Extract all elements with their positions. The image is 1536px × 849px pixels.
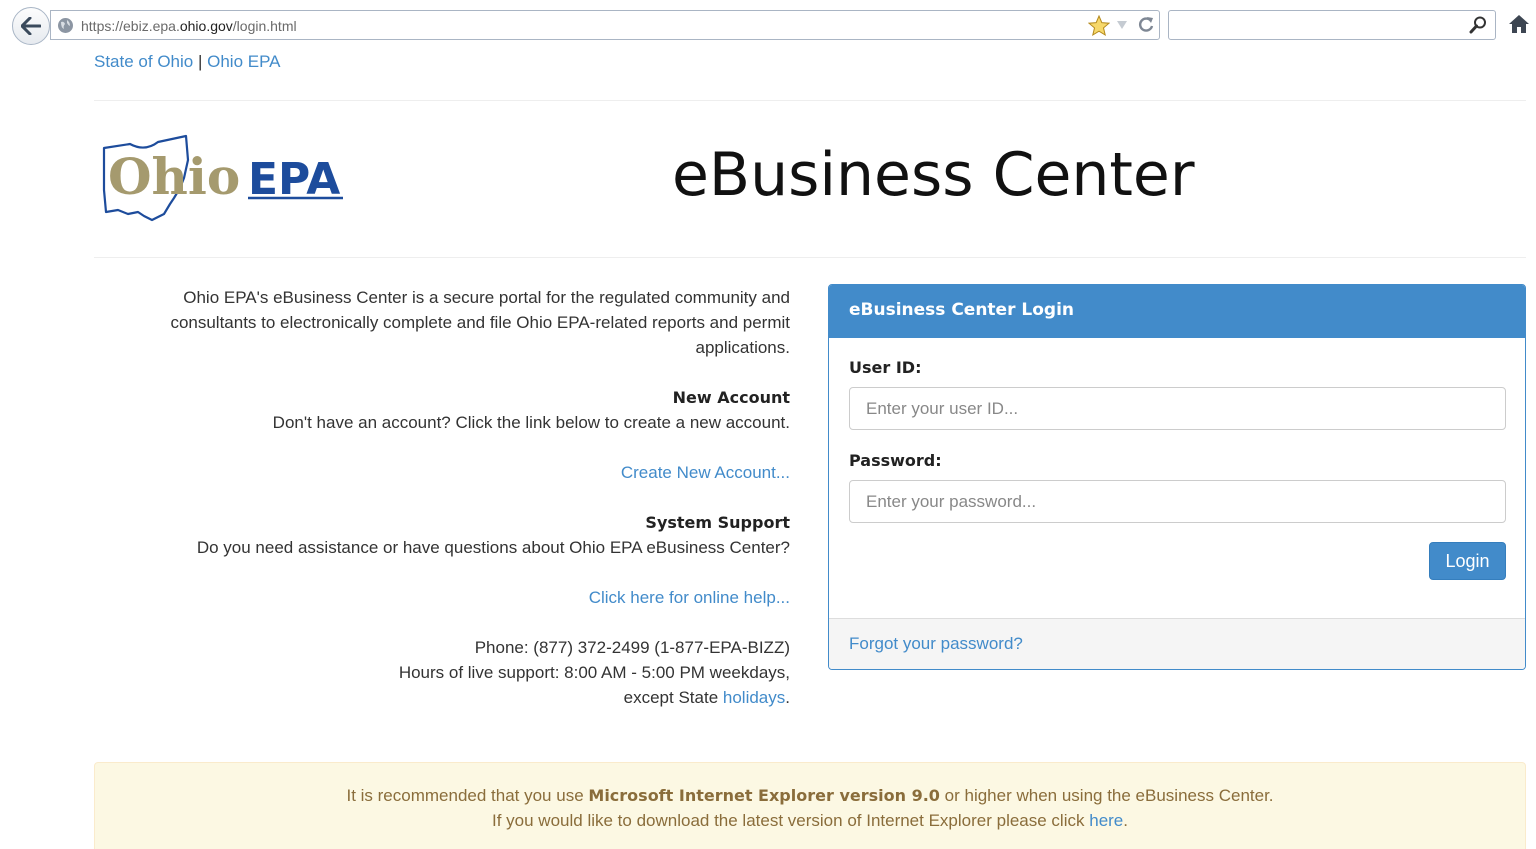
- header-divider-top: [94, 100, 1526, 101]
- online-help-link[interactable]: Click here for online help...: [589, 588, 790, 607]
- url-text: https://ebiz.epa.ohio.gov/login.html: [81, 18, 297, 34]
- user-id-input[interactable]: [849, 387, 1506, 430]
- password-label: Password:: [849, 451, 942, 470]
- user-id-label: User ID:: [849, 358, 922, 377]
- login-panel: eBusiness Center Login User ID: Password…: [828, 284, 1526, 670]
- page-title: eBusiness Center: [672, 140, 1195, 210]
- alert-line-1: It is recommended that you use Microsoft…: [346, 786, 1274, 805]
- alert-browser-version: Microsoft Internet Explorer version 9.0: [588, 786, 940, 805]
- support-hours: Hours of live support: 8:00 AM - 5:00 PM…: [398, 663, 790, 682]
- history-dropdown-icon[interactable]: [1116, 20, 1128, 30]
- header-divider-bottom: [94, 257, 1526, 258]
- login-panel-title: eBusiness Center Login: [829, 285, 1525, 338]
- ohio-epa-link[interactable]: Ohio EPA: [207, 52, 280, 71]
- holidays-link[interactable]: holidays: [723, 688, 785, 707]
- browser-recommendation-alert: It is recommended that you use Microsoft…: [94, 762, 1526, 849]
- home-icon[interactable]: [1508, 14, 1530, 34]
- support-phone: Phone: (877) 372-2499 (1-877-EPA-BIZZ): [474, 638, 790, 657]
- globe-icon: [58, 18, 73, 33]
- info-column: Ohio EPA's eBusiness Center is a secure …: [120, 285, 790, 710]
- search-icon[interactable]: [1469, 16, 1487, 34]
- system-support-text: Do you need assistance or have questions…: [196, 538, 790, 557]
- link-separator: |: [197, 52, 203, 71]
- ohio-epa-logo[interactable]: Ohio EPA: [100, 130, 350, 225]
- new-account-heading: New Account: [672, 388, 790, 407]
- browser-search-field[interactable]: [1168, 10, 1496, 40]
- create-account-link[interactable]: Create New Account...: [621, 463, 790, 482]
- bookmark-star-icon[interactable]: [1088, 15, 1110, 37]
- description-line-3: applications.: [695, 338, 790, 357]
- top-links: State of Ohio | Ohio EPA: [94, 52, 281, 72]
- reload-icon[interactable]: [1136, 15, 1156, 35]
- login-panel-footer: Forgot your password?: [829, 618, 1525, 669]
- new-account-text: Don't have an account? Click the link be…: [272, 413, 790, 432]
- alert-line-2: If you would like to download the latest…: [492, 811, 1128, 830]
- system-support-heading: System Support: [645, 513, 790, 532]
- forgot-password-link[interactable]: Forgot your password?: [849, 634, 1023, 653]
- back-button[interactable]: [12, 7, 50, 45]
- description-line-1: Ohio EPA's eBusiness Center is a secure …: [183, 288, 790, 307]
- description-line-2: consultants to electronically complete a…: [170, 313, 790, 332]
- login-button[interactable]: Login: [1429, 542, 1506, 580]
- password-input[interactable]: [849, 480, 1506, 523]
- state-of-ohio-link[interactable]: State of Ohio: [94, 52, 193, 71]
- address-bar[interactable]: https://ebiz.epa.ohio.gov/login.html: [50, 10, 1160, 40]
- support-holidays-line: except State holidays.: [623, 688, 790, 707]
- browser-toolbar: https://ebiz.epa.ohio.gov/login.html: [0, 0, 1536, 50]
- logo-ohio-text: Ohio: [108, 147, 240, 206]
- download-ie-link[interactable]: here: [1089, 811, 1123, 830]
- back-arrow-icon: [21, 17, 41, 35]
